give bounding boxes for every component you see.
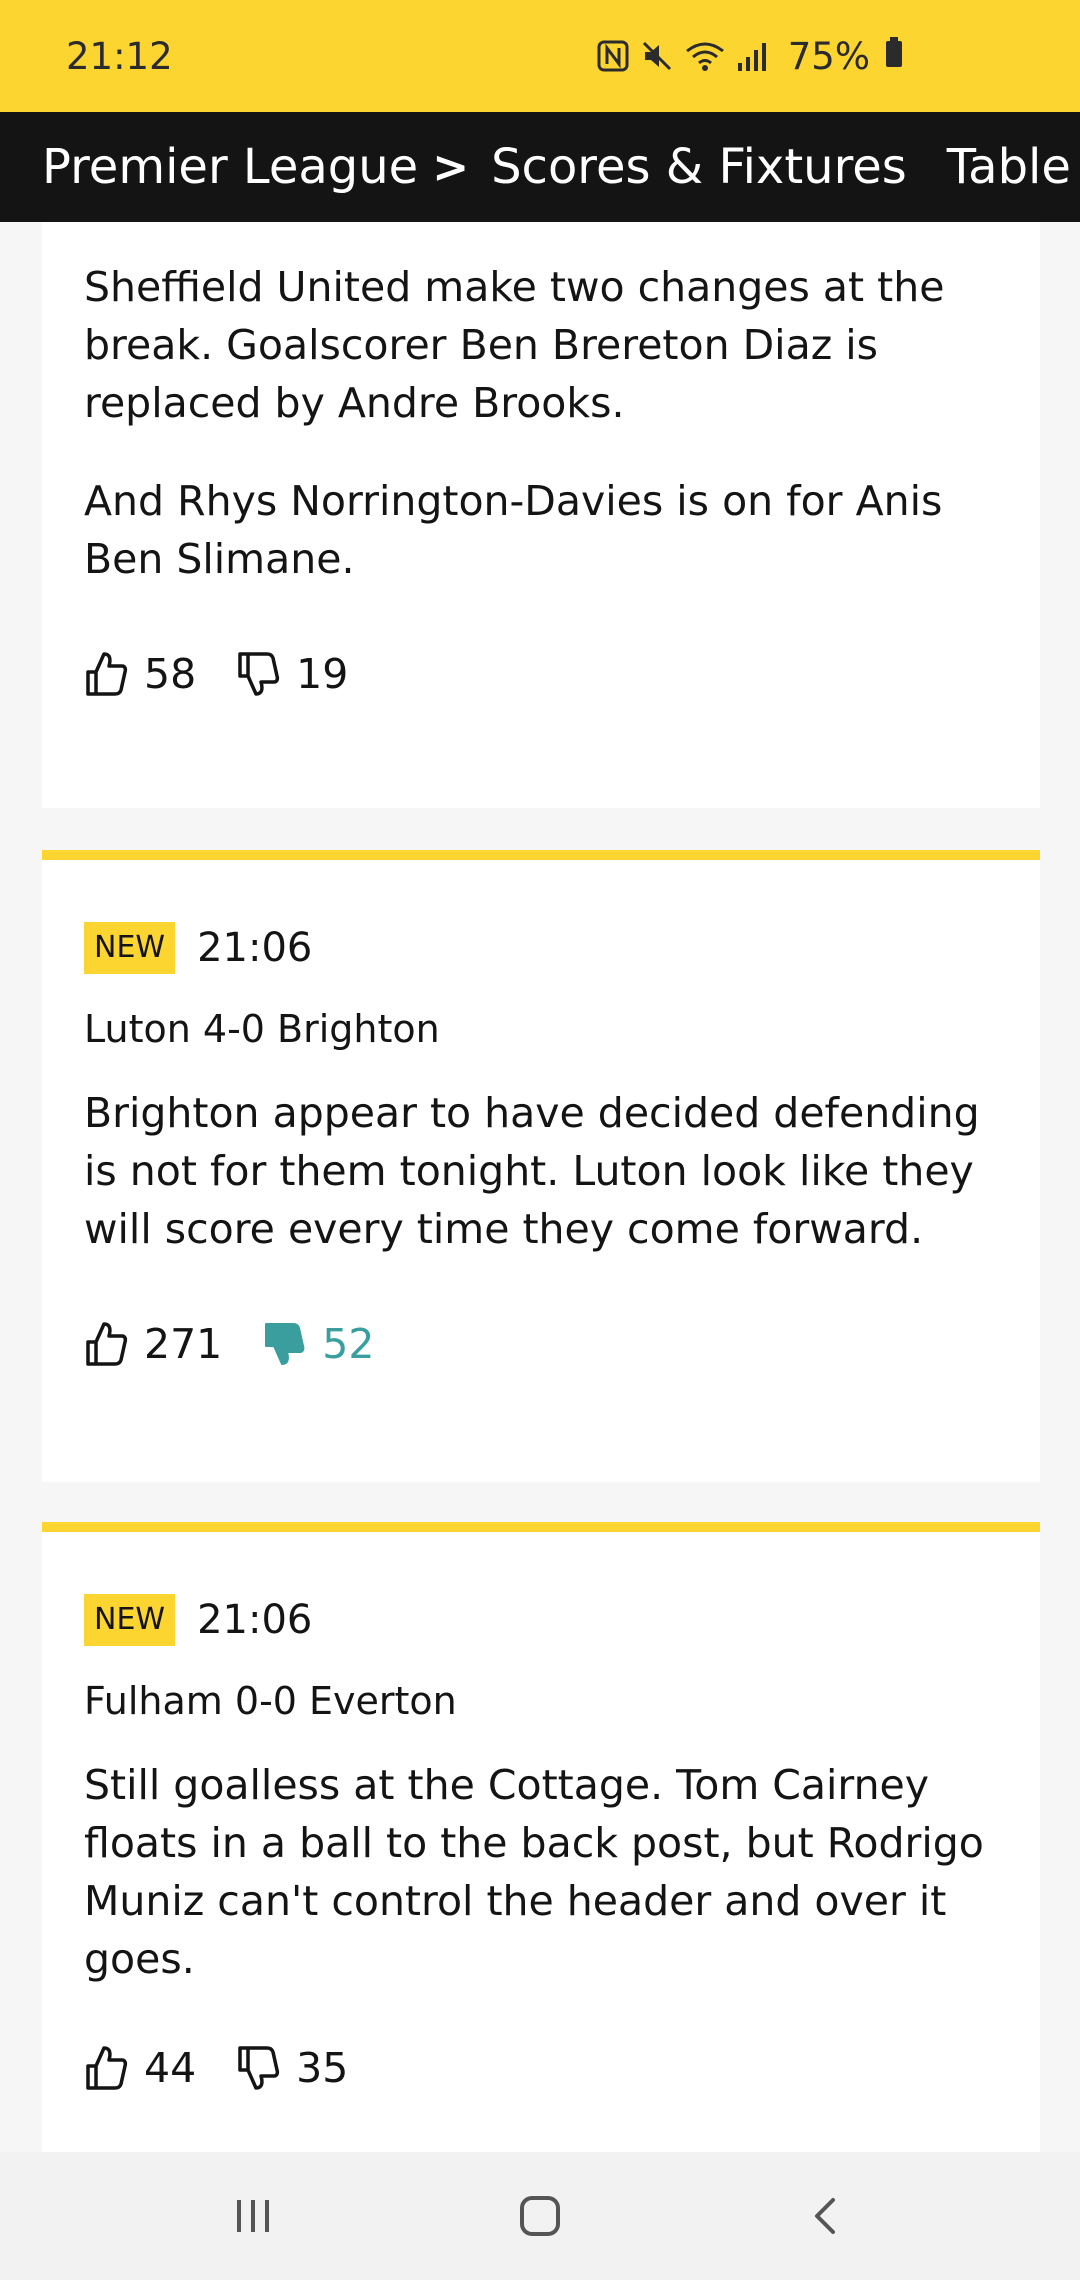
nav-league-link[interactable]: Premier League > [42, 139, 491, 195]
nav-bar: Premier League > Scores & Fixtures Table… [0, 112, 1080, 222]
entry-paragraph: And Rhys Norrington-Davies is on for Ani… [84, 477, 943, 583]
thumbs-up-icon [84, 1320, 128, 1368]
like-count: 58 [144, 650, 197, 698]
battery-icon [884, 35, 904, 78]
entry-paragraph: Brighton appear to have decided defendin… [84, 1089, 980, 1253]
like-button[interactable]: 44 [84, 2044, 196, 2092]
thumbs-down-filled-icon [262, 1320, 306, 1368]
dislike-count: 52 [322, 1320, 375, 1368]
dislike-button-selected[interactable]: 52 [262, 1320, 374, 1368]
thumbs-down-icon [236, 2044, 280, 2092]
back-button[interactable] [805, 2194, 849, 2238]
dislike-button[interactable]: 35 [236, 2044, 348, 2092]
battery-percent: 75% [787, 34, 870, 78]
live-entry: NEW 21:06 Luton 4-0 Brighton Brighton ap… [42, 850, 1040, 1482]
live-entry: Sheffield United make two changes at the… [42, 222, 1040, 808]
new-badge: NEW [84, 1594, 176, 1646]
recent-apps-button[interactable] [231, 2194, 275, 2238]
match-title: Luton 4-0 Brighton [84, 1007, 440, 1051]
entry-text: Brighton appear to have decided defendin… [84, 1084, 998, 1258]
thumbs-up-icon [84, 2044, 128, 2092]
entry-time: 21:06 [197, 1597, 313, 1643]
tab-table[interactable]: Table [947, 139, 1071, 195]
entry-paragraph: Sheffield United make two changes at the… [84, 263, 945, 427]
dislike-count: 19 [296, 650, 349, 698]
new-badge: NEW [84, 922, 176, 974]
dislike-button[interactable]: 19 [236, 650, 348, 698]
system-nav-bar [0, 2152, 1080, 2280]
like-count: 44 [144, 2044, 197, 2092]
match-title: Fulham 0-0 Everton [84, 1679, 457, 1723]
entry-text: Sheffield United make two changes at the… [84, 258, 998, 588]
thumbs-down-icon [236, 650, 280, 698]
status-time: 21:12 [66, 34, 173, 78]
entry-meta: NEW 21:06 [84, 922, 998, 974]
thumbs-up-icon [84, 650, 128, 698]
dislike-count: 35 [296, 2044, 349, 2092]
nfc-icon [596, 39, 630, 73]
entry-meta: NEW 21:06 [84, 1594, 998, 1646]
like-count: 271 [144, 1320, 223, 1368]
reactions: 58 19 [84, 644, 998, 704]
like-button[interactable]: 58 [84, 650, 196, 698]
status-bar: 21:12 75% [0, 0, 1080, 112]
status-icons [596, 39, 770, 73]
signal-icon [736, 39, 770, 73]
reactions: 44 35 [84, 2038, 998, 2098]
chevron-right-icon: > [432, 141, 470, 193]
live-entry: NEW 21:06 Fulham 0-0 Everton Still goall… [42, 1522, 1040, 2152]
wifi-icon [684, 39, 726, 73]
entry-time: 21:06 [197, 925, 313, 971]
mute-icon [640, 39, 674, 73]
status-right: 75% [596, 35, 904, 78]
tab-scores-fixtures[interactable]: Scores & Fixtures [491, 139, 907, 195]
home-button[interactable] [516, 2192, 564, 2240]
entry-paragraph: Still goalless at the Cottage. Tom Cairn… [84, 1761, 984, 1983]
like-button[interactable]: 271 [84, 1320, 222, 1368]
reactions: 271 52 [84, 1314, 998, 1374]
entry-text: Still goalless at the Cottage. Tom Cairn… [84, 1756, 998, 1988]
nav-league-label: Premier League [42, 139, 419, 195]
